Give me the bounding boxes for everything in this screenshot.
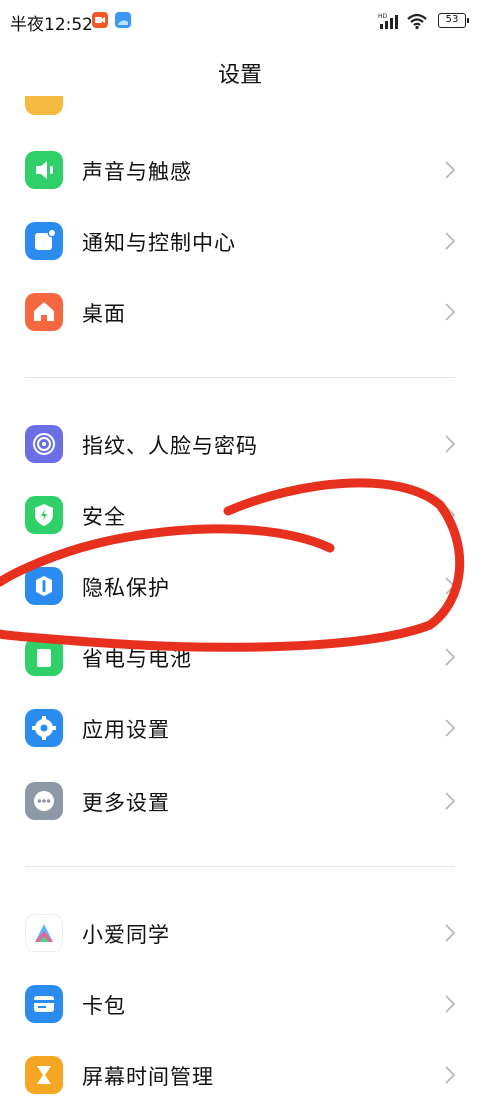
settings-item-label: 省电与电池	[82, 647, 192, 671]
settings-item-label: 卡包	[82, 994, 126, 1018]
settings-item-label: 隐私保护	[82, 576, 170, 600]
settings-item-desktop[interactable]: 桌面	[0, 276, 480, 347]
signal-icon: HD	[378, 13, 398, 29]
section-divider	[25, 377, 455, 378]
chevron-right-icon	[445, 161, 456, 179]
chevron-right-icon	[445, 435, 456, 453]
chevron-right-icon	[445, 924, 456, 942]
battery-icon	[25, 638, 63, 676]
chevron-right-icon	[445, 232, 456, 250]
settings-item-xiaoai[interactable]: 小爱同学	[0, 897, 480, 968]
chevron-right-icon	[445, 995, 456, 1013]
notification-icon	[25, 222, 63, 260]
status-bar: 半夜12:52 HD 53	[0, 0, 480, 42]
scrolled-item-partial-icon	[25, 96, 63, 115]
settings-item-wallet[interactable]: 卡包	[0, 968, 480, 1039]
settings-item-app-settings[interactable]: 应用设置	[0, 692, 480, 763]
settings-item-sound[interactable]: 声音与触感	[0, 134, 480, 205]
fingerprint-icon	[25, 425, 63, 463]
section-divider	[25, 866, 455, 867]
settings-item-notifications[interactable]: 通知与控制中心	[0, 205, 480, 276]
gallery-notification-icon	[115, 12, 131, 28]
settings-item-battery[interactable]: 省电与电池	[0, 621, 480, 692]
settings-item-screen-time[interactable]: 屏幕时间管理	[0, 1039, 480, 1110]
chevron-right-icon	[445, 506, 456, 524]
chevron-right-icon	[445, 303, 456, 321]
video-notification-icon	[92, 12, 108, 28]
more-icon	[25, 782, 63, 820]
settings-item-label: 应用设置	[82, 718, 170, 742]
home-icon	[25, 293, 63, 331]
battery-indicator: 53	[438, 13, 469, 28]
settings-item-more-settings[interactable]: 更多设置	[0, 765, 480, 836]
sound-icon	[25, 151, 63, 189]
xiaoai-icon	[25, 914, 63, 952]
chevron-right-icon	[445, 648, 456, 666]
settings-item-label: 桌面	[82, 302, 126, 326]
settings-item-label: 通知与控制中心	[82, 231, 236, 255]
status-time: 半夜12:52	[10, 15, 93, 35]
chevron-right-icon	[445, 719, 456, 737]
settings-item-label: 屏幕时间管理	[82, 1065, 214, 1089]
chevron-right-icon	[445, 1066, 456, 1084]
page-title: 设置	[217, 63, 262, 88]
settings-item-label: 更多设置	[82, 791, 170, 815]
security-shield-icon	[25, 496, 63, 534]
settings-item-fingerprint[interactable]: 指纹、人脸与密码	[0, 408, 480, 479]
svg-text:HD: HD	[378, 13, 388, 20]
settings-item-privacy[interactable]: 隐私保护	[0, 550, 480, 621]
settings-item-label: 安全	[82, 505, 126, 529]
settings-item-security[interactable]: 安全	[0, 479, 480, 550]
chevron-right-icon	[445, 792, 456, 810]
settings-item-label: 声音与触感	[82, 160, 192, 184]
settings-item-label: 小爱同学	[82, 923, 170, 947]
hourglass-icon	[25, 1056, 63, 1094]
chevron-right-icon	[445, 577, 456, 595]
gear-icon	[25, 709, 63, 747]
wallet-icon	[25, 985, 63, 1023]
settings-item-label: 指纹、人脸与密码	[82, 434, 258, 458]
privacy-icon	[25, 567, 63, 605]
wifi-icon	[407, 13, 427, 30]
